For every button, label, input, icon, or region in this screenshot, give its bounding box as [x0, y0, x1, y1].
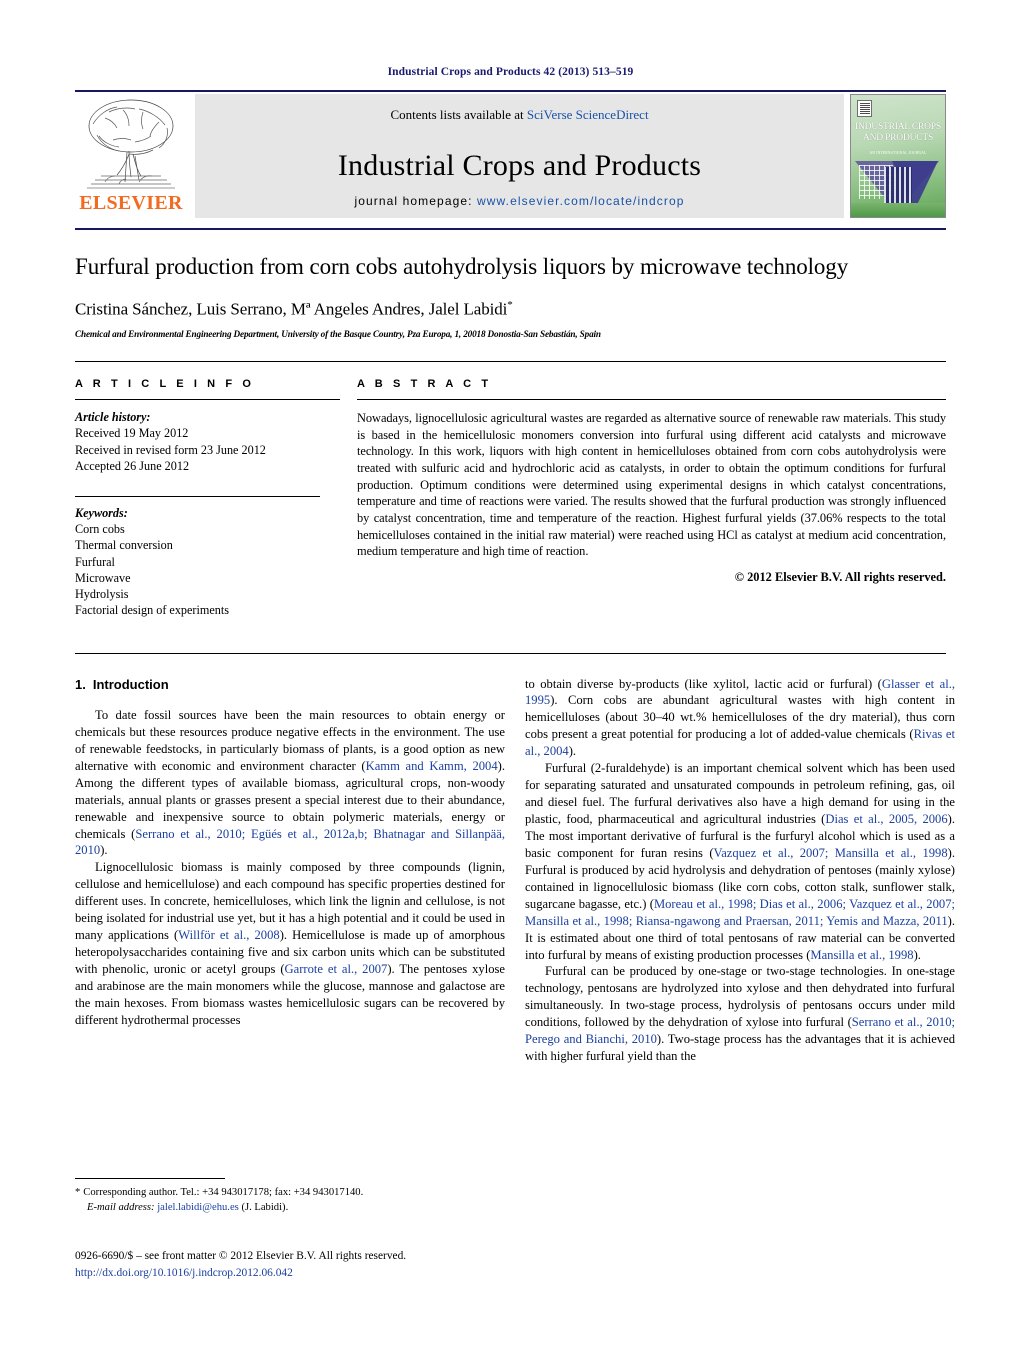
keyword-item: Furfural — [75, 554, 115, 569]
right-column-paragraphs: to obtain diverse by-products (like xyli… — [525, 676, 955, 1066]
homepage-label: journal homepage: — [354, 194, 473, 208]
sciencedirect-link[interactable]: SciVerse ScienceDirect — [527, 107, 649, 122]
citation-link[interactable]: Vazquez et al., 2007; Mansilla et al., 1… — [714, 846, 948, 860]
cover-title-line2: AND PRODUCTS — [862, 133, 934, 144]
body-columns: 1. Introduction To date fossil sources ha… — [75, 676, 955, 1066]
abstract-text: Nowadays, lignocellulosic agricultural w… — [357, 411, 946, 559]
keyword-item: Microwave — [75, 570, 131, 585]
page-footer: 0926-6690/$ – see front matter © 2012 El… — [75, 1248, 635, 1281]
footnote-rule — [75, 1178, 225, 1179]
left-column-paragraphs: To date fossil sources have been the mai… — [75, 707, 505, 1029]
journal-title: Industrial Crops and Products — [337, 149, 702, 182]
body-paragraph: to obtain diverse by-products (like xyli… — [525, 676, 955, 761]
paragraph-text: ). — [100, 843, 108, 858]
journal-cover-thumbnail: INDUSTRIAL CROPS AND PRODUCTS AN INTERNA… — [850, 94, 946, 218]
paper-page: Industrial Crops and Products 42 (2013) … — [0, 0, 1021, 1351]
paragraph-text: to obtain diverse by-products (like xyli… — [525, 676, 882, 691]
affiliation: Chemical and Environmental Engineering D… — [75, 329, 601, 340]
body-paragraph: Furfural can be produced by one-stage or… — [525, 963, 955, 1065]
body-paragraph: Furfural (2-furaldehyde) is an important… — [525, 760, 955, 963]
cover-base-band — [851, 203, 945, 217]
email-owner: (J. Labidi). — [241, 1201, 289, 1213]
cover-artwork — [851, 159, 945, 217]
masthead-bottom-rule — [75, 228, 946, 230]
journal-masthead: ELSEVIER Contents lists available at Sci… — [75, 94, 946, 218]
elsevier-wordmark: ELSEVIER — [79, 192, 183, 214]
body-column-left: 1. Introduction To date fossil sources ha… — [75, 676, 505, 1066]
footnote-star: * — [75, 1187, 81, 1198]
article-info-heading: A R T I C L E I N F O — [75, 378, 255, 391]
doi-link[interactable]: http://dx.doi.org/10.1016/j.indcrop.2012… — [75, 1265, 635, 1282]
corresponding-author-marker: * — [507, 299, 513, 312]
citation-link[interactable]: Garrote et al., 2007 — [285, 962, 388, 976]
citation-link[interactable]: Dias et al., 2005, 2006 — [825, 812, 947, 826]
keywords-label: Keywords: — [75, 505, 128, 520]
info-top-rule — [75, 361, 946, 363]
cover-subtitle: AN INTERNATIONAL JOURNAL — [869, 151, 927, 155]
section-title: Introduction — [92, 676, 169, 692]
keywords-rule — [75, 495, 320, 497]
body-top-rule — [75, 652, 946, 654]
section-number: 1. — [75, 676, 86, 692]
contents-prefix: Contents lists available at — [390, 107, 527, 122]
keyword-item: Factorial design of experiments — [75, 603, 229, 618]
info-abstract-block: A R T I C L E I N F O Article history: R… — [75, 378, 946, 618]
keyword-item: Hydrolysis — [75, 587, 129, 602]
elsevier-logo: ELSEVIER — [75, 94, 187, 218]
history-item: Received in revised form 23 June 2012 — [75, 442, 266, 457]
citation-link[interactable]: Kamm and Kamm, 2004 — [366, 759, 498, 773]
body-column-right: to obtain diverse by-products (like xyli… — [525, 676, 955, 1066]
elsevier-tree-icon — [87, 99, 175, 189]
history-item: Received 19 May 2012 — [75, 426, 189, 441]
body-paragraph: Lignocellulosic biomass is mainly compos… — [75, 859, 505, 1028]
body-paragraph: To date fossil sources have been the mai… — [75, 707, 505, 859]
keyword-item: Corn cobs — [75, 522, 125, 537]
keyword-item: Thermal conversion — [75, 538, 173, 553]
contents-available-line: Contents lists available at SciVerse Sci… — [390, 107, 648, 123]
email-address[interactable]: jalel.labidi@ehu.es — [157, 1202, 239, 1213]
article-info-rule — [75, 399, 340, 401]
abstract-column: A B S T R A C T Nowadays, lignocellulosi… — [357, 378, 946, 618]
corresponding-author-note: * Corresponding author. Tel.: +34 9430171… — [75, 1186, 505, 1201]
history-item: Accepted 26 June 2012 — [75, 458, 190, 473]
issn-copyright-line: 0926-6690/$ – see front matter © 2012 El… — [75, 1250, 407, 1262]
journal-homepage-line: journal homepage: www.elsevier.com/locat… — [354, 194, 684, 208]
section-heading-introduction: 1. Introduction — [75, 676, 505, 693]
article-info-column: A R T I C L E I N F O Article history: R… — [75, 378, 340, 618]
paragraph-text: ). Corn cobs are abundant agricultural w… — [525, 693, 955, 742]
cover-publisher-badge-icon — [857, 100, 872, 117]
cover-title: INDUSTRIAL CROPS AND PRODUCTS — [851, 122, 945, 144]
article-history-label: Article history: — [75, 410, 151, 425]
masthead-center: Contents lists available at SciVerse Sci… — [195, 94, 844, 218]
corresponding-author-text: Corresponding author. Tel.: +34 94301717… — [83, 1187, 364, 1198]
citation-link[interactable]: Mansilla et al., 1998 — [810, 948, 913, 962]
homepage-url[interactable]: www.elsevier.com/locate/indcrop — [477, 194, 685, 208]
footnote-area: * Corresponding author. Tel.: +34 9430171… — [75, 1178, 505, 1216]
running-head: Industrial Crops and Products 42 (2013) … — [387, 66, 634, 78]
citation-link[interactable]: Serrano et al., 2010; Egüés et al., 2012… — [75, 827, 505, 858]
article-history: Article history: Received 19 May 2012 Re… — [75, 409, 340, 474]
author-list: Cristina Sánchez, Luis Serrano, Mª Angel… — [75, 299, 946, 320]
email-label: E-mail address: — [87, 1201, 155, 1213]
author-names: Cristina Sánchez, Luis Serrano, Mª Angel… — [75, 300, 508, 320]
paragraph-text: ). — [913, 947, 921, 962]
paragraph-text: ). — [568, 744, 577, 759]
abstract-heading: A B S T R A C T — [357, 378, 492, 391]
masthead-top-rule — [75, 90, 946, 92]
article-title: Furfural production from corn cobs autoh… — [75, 254, 849, 279]
citation-link[interactable]: Willför et al., 2008 — [178, 928, 279, 942]
abstract-rule — [357, 399, 946, 401]
abstract-copyright: © 2012 Elsevier B.V. All rights reserved… — [734, 570, 946, 585]
email-note: E-mail address: jalel.labidi@ehu.es (J. … — [75, 1201, 505, 1216]
keywords-list: Keywords: Corn cobs Thermal conversion F… — [75, 505, 340, 619]
cover-title-line1: INDUSTRIAL CROPS — [855, 122, 941, 132]
